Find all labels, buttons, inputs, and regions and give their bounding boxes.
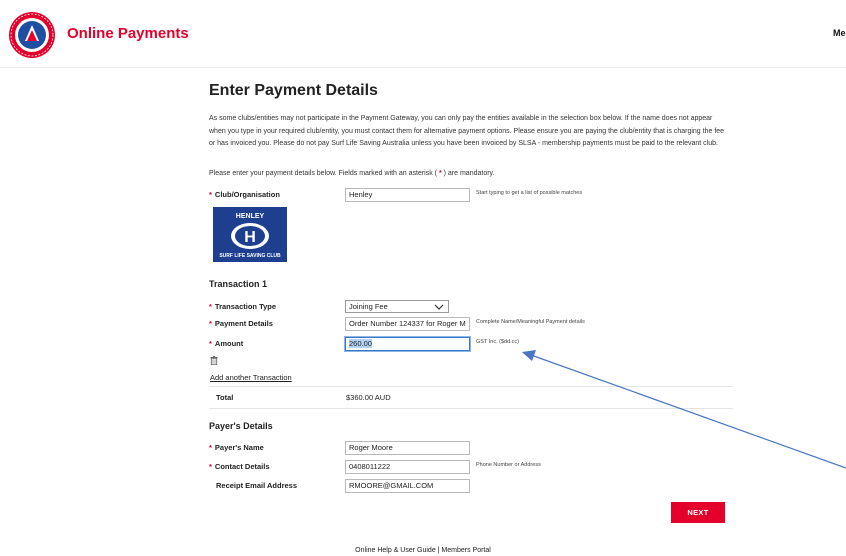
club-hint: Start typing to get a list of possible m… <box>476 190 583 196</box>
payment-details-input[interactable]: Order Number 124337 for Roger M <box>345 317 470 331</box>
henley-club-logo: HENLEY H SURF LIFE SAVING CLUB <box>213 207 287 262</box>
payer-name-label: * Payer's Name <box>209 443 264 452</box>
divider <box>209 386 733 387</box>
required-asterisk: * <box>209 443 212 452</box>
trash-icon[interactable] <box>210 356 218 365</box>
chevron-down-icon <box>434 304 444 310</box>
club-logo-top-text: HENLEY <box>236 213 265 220</box>
payer-name-input[interactable]: Roger Moore <box>345 441 470 455</box>
amount-input[interactable]: 260.00 <box>345 337 470 351</box>
surf-life-saving-logo-icon[interactable] <box>8 11 56 59</box>
page-title: Enter Payment Details <box>209 82 378 99</box>
payer-heading: Payer's Details <box>209 421 273 431</box>
payment-details-label-text: Payment Details <box>214 319 273 328</box>
amount-value: 260.00 <box>349 339 372 348</box>
required-asterisk: * <box>209 190 212 199</box>
contact-details-input[interactable]: 0408011222 <box>345 460 470 474</box>
add-transaction-link[interactable]: Add another Transaction <box>210 373 292 382</box>
contact-details-label-text: Contact Details <box>214 462 270 471</box>
contact-details-hint: Phone Number or Address <box>476 462 541 468</box>
transaction-type-label-text: Transaction Type <box>214 302 277 311</box>
club-label: * Club/Organisation <box>209 190 280 199</box>
transaction-type-label: * Transaction Type <box>209 302 276 311</box>
divider <box>209 408 733 409</box>
brand-title: Online Payments <box>67 25 189 42</box>
required-asterisk: * <box>209 339 212 348</box>
club-input[interactable]: Henley <box>345 188 470 202</box>
receipt-email-input[interactable]: RMOORE@GMAIL.COM <box>345 479 470 493</box>
next-button[interactable]: NEXT <box>671 502 725 523</box>
mandatory-suffix: ) are mandatory. <box>443 170 495 177</box>
mandatory-note: Please enter your payment details below.… <box>209 170 494 177</box>
club-logo-letter: H <box>244 229 256 246</box>
total-label: Total <box>216 393 234 402</box>
transaction-type-select[interactable]: Joining Fee <box>345 300 449 313</box>
club-label-text: Club/Organisation <box>214 190 280 199</box>
payment-details-hint: Complete Name/Meaningful Payment details <box>476 319 585 325</box>
intro-text: As some clubs/entities may not participa… <box>209 115 725 148</box>
payment-details-label: * Payment Details <box>209 319 273 328</box>
total-value: $360.00 AUD <box>346 393 391 402</box>
footer-links[interactable]: Online Help & User Guide | Members Porta… <box>0 547 846 554</box>
amount-label: * Amount <box>209 339 243 348</box>
transaction-type-value: Joining Fee <box>349 302 388 311</box>
mandatory-asterisk: * <box>438 170 442 177</box>
menu-link[interactable]: Me <box>833 28 846 38</box>
club-logo-bottom-text: SURF LIFE SAVING CLUB <box>219 253 281 259</box>
amount-hint: GST Inc. ($dd.cc) <box>476 339 519 345</box>
amount-label-text: Amount <box>214 339 244 348</box>
required-asterisk: * <box>209 302 212 311</box>
required-asterisk: * <box>209 319 212 328</box>
required-asterisk: * <box>209 462 212 471</box>
transaction-heading: Transaction 1 <box>209 279 268 289</box>
payer-name-label-text: Payer's Name <box>214 443 264 452</box>
mandatory-prefix: Please enter your payment details below.… <box>209 170 437 177</box>
contact-details-label: * Contact Details <box>209 462 270 471</box>
receipt-email-label: Receipt Email Address <box>216 481 298 490</box>
site-header: Online Payments Me <box>0 0 846 68</box>
